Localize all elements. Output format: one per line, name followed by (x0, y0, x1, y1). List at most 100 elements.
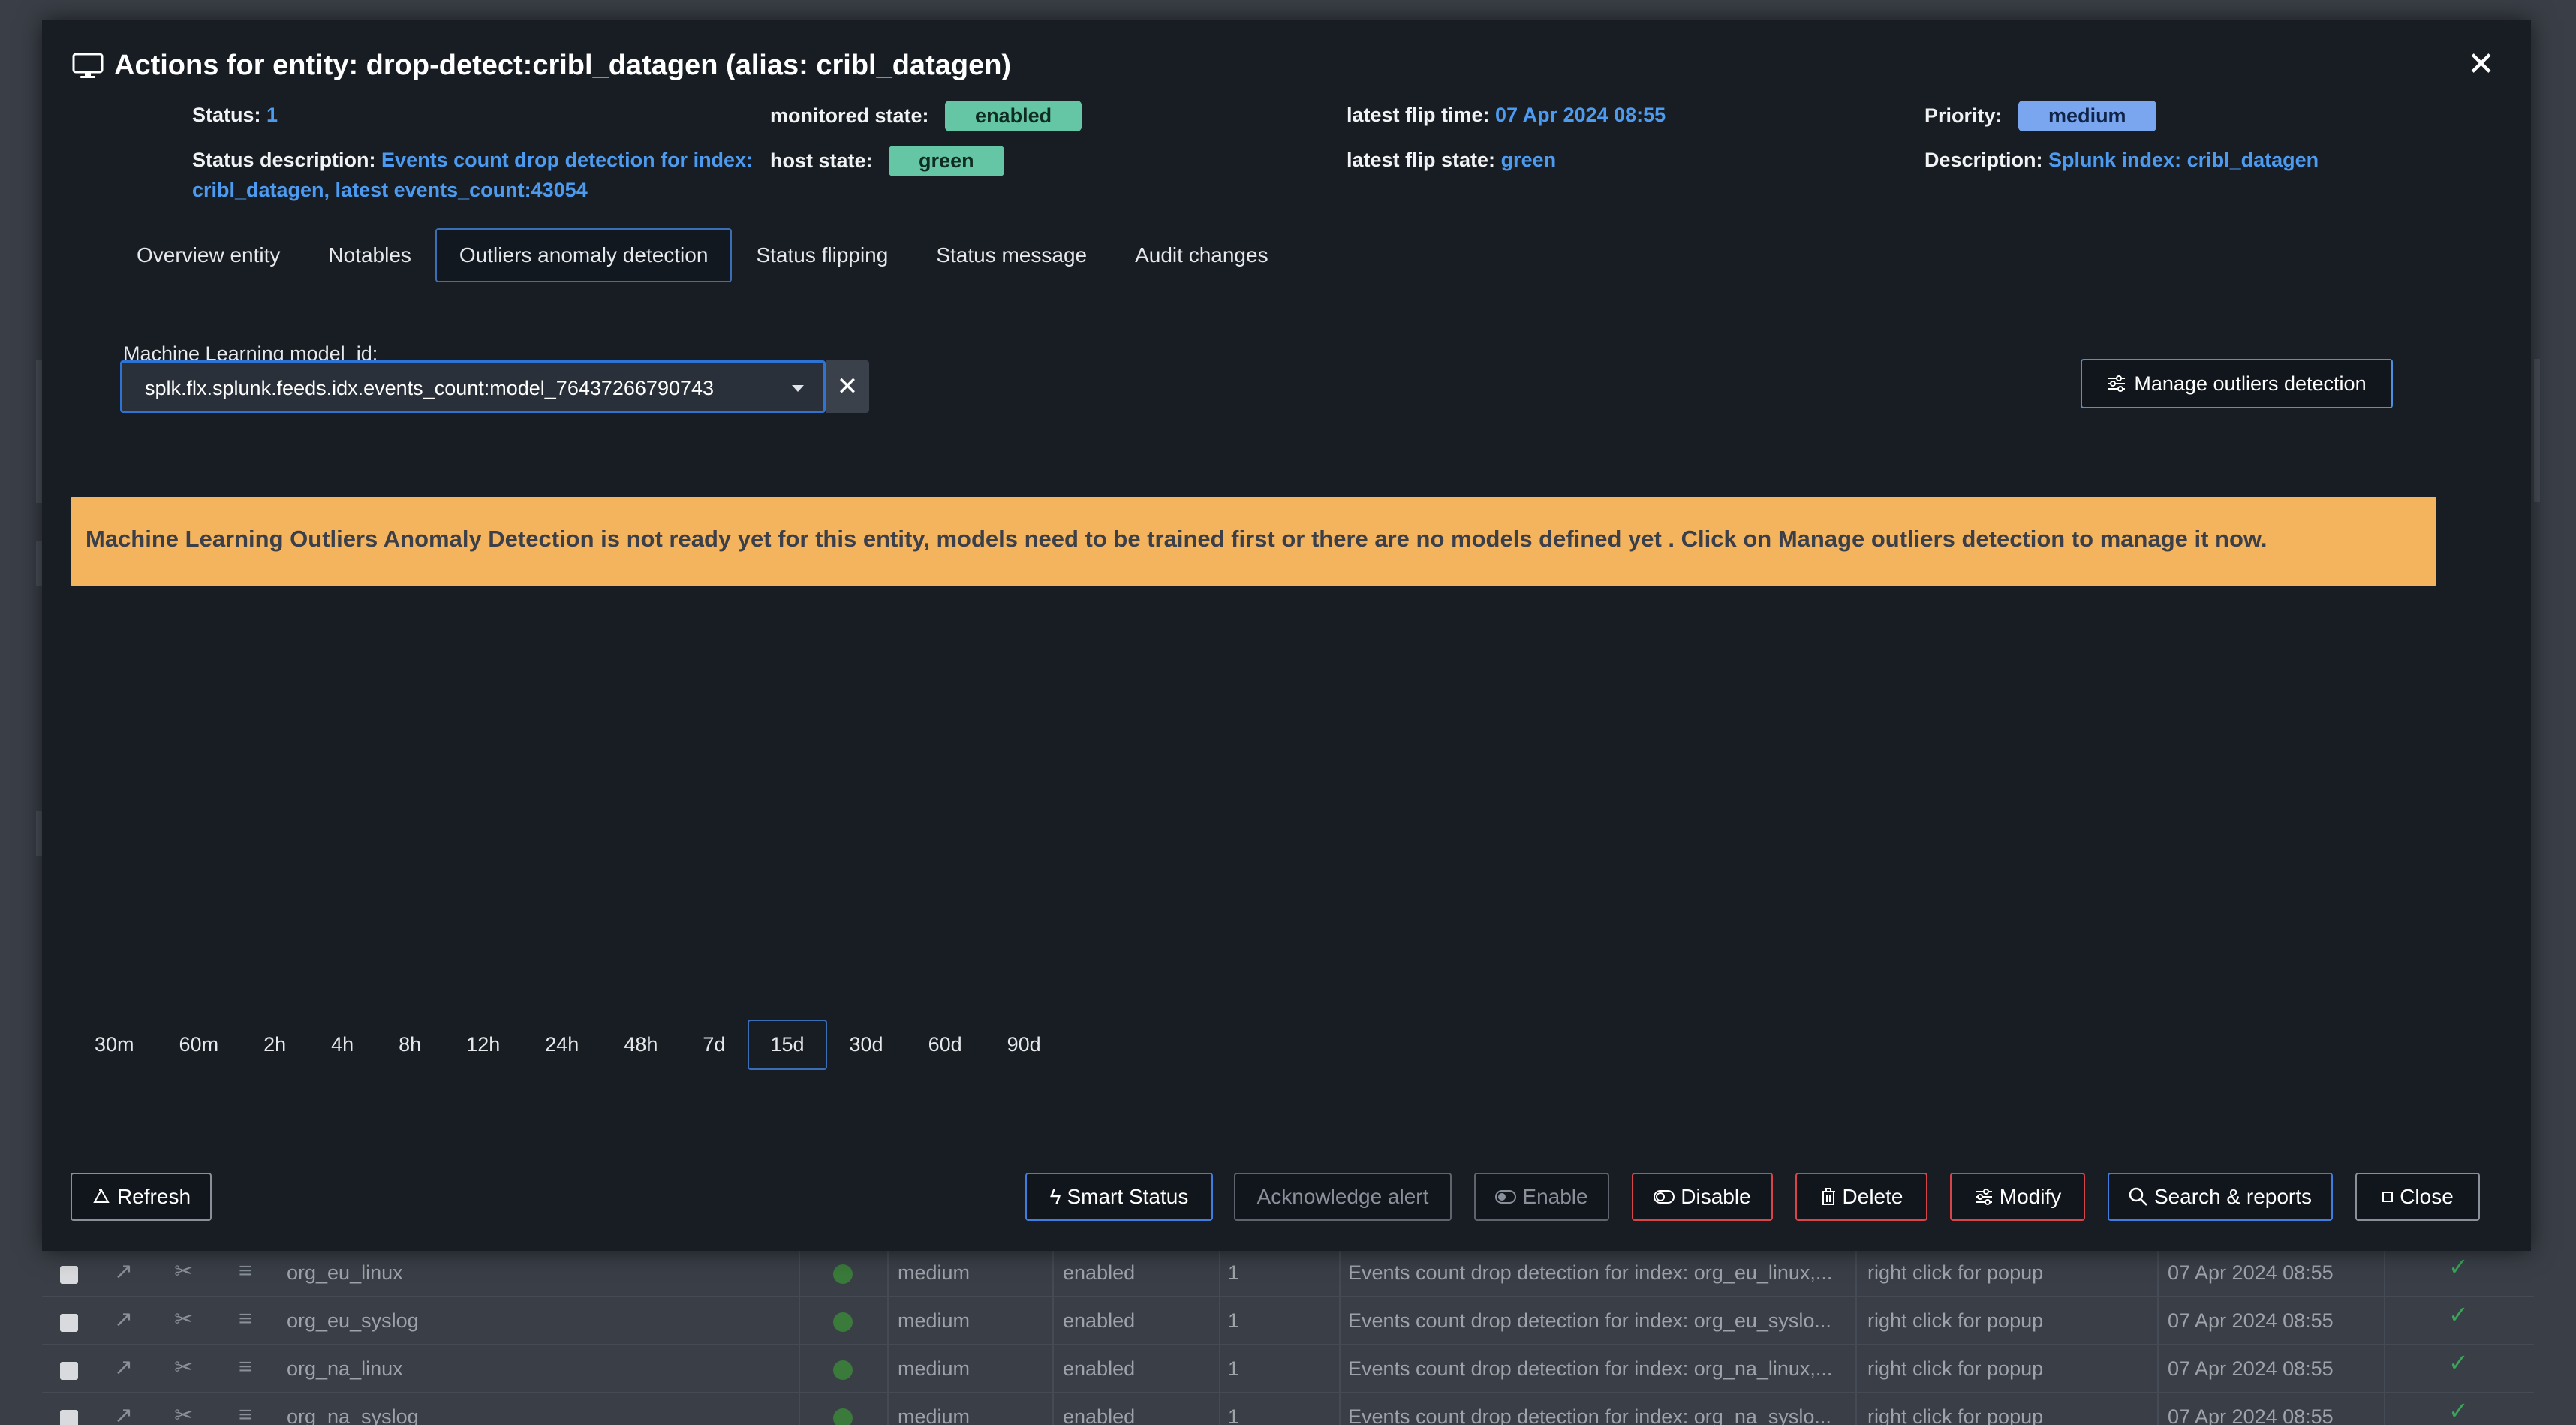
modify-button[interactable]: Modify (1950, 1173, 2085, 1221)
acknowledge-alert-button[interactable]: Acknowledge alert (1234, 1173, 1452, 1221)
tab-notables[interactable]: Notables (304, 228, 435, 282)
disable-button[interactable]: Disable (1632, 1173, 1773, 1221)
state-dot (833, 1408, 853, 1425)
host-state-field: host state: green (770, 146, 1004, 176)
delete-button[interactable]: Delete (1795, 1173, 1927, 1221)
external-link-icon[interactable]: ↗ (114, 1258, 133, 1285)
time-range-7d[interactable]: 7d (680, 1020, 748, 1070)
caret-down-icon (792, 385, 804, 392)
time-range-8h[interactable]: 8h (376, 1020, 444, 1070)
time-range-24h[interactable]: 24h (522, 1020, 601, 1070)
state-cell: enabled (1063, 1405, 1136, 1425)
latest-flip-time-value: 07 Apr 2024 08:55 (1495, 104, 1666, 126)
background-panel-edge (36, 811, 42, 856)
status-description-field-cont: cribl_datagen, latest events_count:43054 (192, 179, 588, 202)
tab-status-message[interactable]: Status message (912, 228, 1111, 282)
tab-audit-changes[interactable]: Audit changes (1111, 228, 1292, 282)
state-cell: enabled (1063, 1261, 1136, 1284)
priority-cell: medium (898, 1309, 971, 1332)
check-icon: ✓ (2448, 1253, 2469, 1280)
state-dot (833, 1312, 853, 1332)
priority-label: Priority: (1924, 104, 2003, 127)
sliders-icon (1975, 1189, 1992, 1205)
search-icon (2129, 1187, 2147, 1206)
close-icon[interactable]: ✕ (2467, 48, 2495, 81)
tools-icon[interactable]: ✂ (174, 1354, 193, 1381)
search-reports-button[interactable]: Search & reports (2108, 1173, 2333, 1221)
description-cell: Events count drop detection for index: o… (1348, 1261, 1833, 1284)
manage-outliers-detection-button[interactable]: Manage outliers detection (2081, 359, 2393, 408)
database-icon: ≡ (239, 1306, 252, 1331)
table-row[interactable]: ↗ ✂ ≡ org_na_linux medium enabled 1 Even… (42, 1347, 2534, 1393)
time-range-selector: 30m 60m 2h 4h 8h 12h 24h 48h 7d 15d 30d … (72, 1020, 1064, 1070)
database-icon: ≡ (239, 1402, 252, 1425)
background-panel-edge (36, 360, 42, 503)
host-state-label: host state: (770, 149, 873, 172)
database-icon: ≡ (239, 1354, 252, 1379)
acknowledge-alert-label: Acknowledge alert (1256, 1185, 1429, 1208)
status-cell: 1 (1228, 1261, 1240, 1284)
table-row[interactable]: ↗ ✂ ≡ org_eu_linux medium enabled 1 Even… (42, 1251, 2534, 1297)
description-label: Description: (1924, 149, 2043, 171)
external-link-icon[interactable]: ↗ (114, 1402, 133, 1425)
host-state-badge: green (889, 146, 1004, 176)
tools-icon[interactable]: ✂ (174, 1402, 193, 1425)
manage-outliers-detection-label: Manage outliers detection (2134, 372, 2367, 395)
table-row[interactable]: ↗ ✂ ≡ org_na_syslog medium enabled 1 Eve… (42, 1395, 2534, 1425)
time-cell: 07 Apr 2024 08:55 (2168, 1405, 2334, 1425)
time-range-15d[interactable]: 15d (748, 1020, 827, 1070)
popup-cell: right click for popup (1867, 1405, 2044, 1425)
refresh-button[interactable]: Refresh (71, 1173, 212, 1221)
table-row[interactable]: ↗ ✂ ≡ org_eu_syslog medium enabled 1 Eve… (42, 1299, 2534, 1345)
row-checkbox[interactable] (60, 1266, 78, 1284)
entity-table: ↗ ✂ ≡ org_eu_linux medium enabled 1 Even… (42, 1251, 2534, 1425)
tools-icon[interactable]: ✂ (174, 1306, 193, 1333)
status-description-value-line2[interactable]: cribl_datagen, latest events_count:43054 (192, 179, 588, 201)
tools-icon[interactable]: ✂ (174, 1258, 193, 1285)
close-button[interactable]: Close (2355, 1173, 2480, 1221)
time-range-60m[interactable]: 60m (157, 1020, 242, 1070)
row-checkbox[interactable] (60, 1314, 78, 1332)
status-cell: 1 (1228, 1357, 1240, 1380)
time-range-30d[interactable]: 30d (827, 1020, 906, 1070)
time-range-48h[interactable]: 48h (601, 1020, 680, 1070)
state-dot (833, 1360, 853, 1380)
time-range-12h[interactable]: 12h (444, 1020, 522, 1070)
check-icon: ✓ (2448, 1349, 2469, 1376)
time-range-60d[interactable]: 60d (906, 1020, 985, 1070)
entity-name: org_eu_linux (287, 1261, 403, 1284)
time-range-4h[interactable]: 4h (308, 1020, 376, 1070)
external-link-icon[interactable]: ↗ (114, 1306, 133, 1333)
latest-flip-time-field: latest flip time: 07 Apr 2024 08:55 (1347, 104, 1666, 127)
enable-button[interactable]: Enable (1474, 1173, 1609, 1221)
tab-overview-entity[interactable]: Overview entity (113, 228, 304, 282)
time-range-90d[interactable]: 90d (985, 1020, 1064, 1070)
smart-status-button[interactable]: ϟ Smart Status (1025, 1173, 1213, 1221)
status-label: Status: (192, 104, 261, 126)
tab-status-flipping[interactable]: Status flipping (732, 228, 912, 282)
state-cell: enabled (1063, 1309, 1136, 1332)
row-checkbox[interactable] (60, 1410, 78, 1425)
tab-outliers-anomaly-detection[interactable]: Outliers anomaly detection (435, 228, 733, 282)
status-value[interactable]: 1 (266, 104, 278, 126)
time-range-2h[interactable]: 2h (241, 1020, 308, 1070)
time-cell: 07 Apr 2024 08:55 (2168, 1261, 2334, 1284)
external-link-icon[interactable]: ↗ (114, 1354, 133, 1381)
warning-banner: Machine Learning Outliers Anomaly Detect… (71, 497, 2436, 586)
time-range-30m[interactable]: 30m (72, 1020, 157, 1070)
background-panel-edge (36, 541, 42, 586)
modal-title-text: Actions for entity: drop-detect:cribl_da… (114, 50, 1012, 81)
row-checkbox[interactable] (60, 1362, 78, 1380)
clear-selection-button[interactable]: ✕ (826, 360, 869, 413)
disable-label: Disable (1681, 1185, 1751, 1208)
priority-cell: medium (898, 1405, 971, 1425)
latest-flip-state-label: latest flip state: (1347, 149, 1496, 171)
popup-cell: right click for popup (1867, 1309, 2044, 1332)
model-id-select[interactable]: splk.flx.splunk.feeds.idx.events_count:m… (120, 360, 826, 413)
latest-flip-state-value: green (1500, 149, 1557, 171)
lightning-icon: ϟ (1049, 1185, 1061, 1208)
popup-cell: right click for popup (1867, 1357, 2044, 1380)
status-description-value[interactable]: Events count drop detection for index: (381, 149, 753, 171)
description-cell: Events count drop detection for index: o… (1348, 1309, 1831, 1332)
description-value: Splunk index: cribl_datagen (2048, 149, 2319, 171)
